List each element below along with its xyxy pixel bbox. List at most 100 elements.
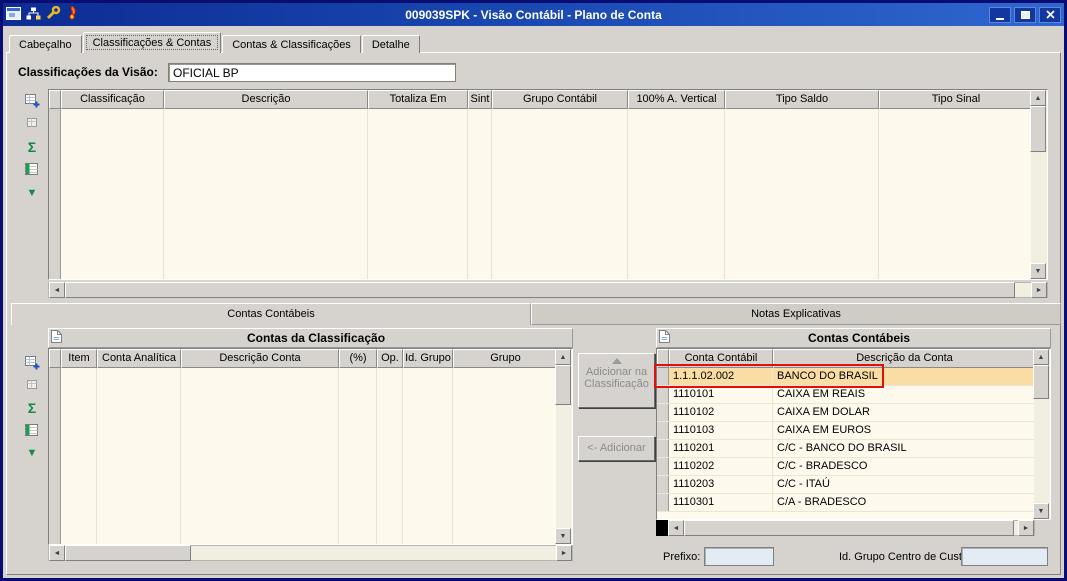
scroll-thumb[interactable] bbox=[65, 282, 1015, 298]
col-header-totaliza-em[interactable]: Totaliza Em bbox=[368, 90, 468, 109]
col-header-item[interactable]: Item bbox=[61, 349, 97, 368]
scroll-right-icon[interactable]: ► bbox=[1031, 282, 1047, 298]
tab-detalhe[interactable]: Detalhe bbox=[362, 35, 420, 53]
report-page-icon[interactable] bbox=[51, 330, 62, 346]
conta-cell: 1110301 bbox=[669, 494, 773, 511]
add-record-icon[interactable] bbox=[23, 91, 41, 109]
scroll-up-icon[interactable]: ▲ bbox=[555, 349, 571, 365]
adicionar-button[interactable]: <- Adicionar bbox=[578, 436, 655, 461]
prefixo-input[interactable] bbox=[704, 547, 774, 566]
close-button[interactable] bbox=[1039, 7, 1061, 23]
contas-classificacao-vscroll[interactable]: ▲ ▼ bbox=[556, 349, 572, 544]
scroll-left-icon[interactable]: ◄ bbox=[49, 282, 65, 298]
col-header-op[interactable]: Op. bbox=[377, 349, 403, 368]
contas-classificacao-grid-body[interactable] bbox=[49, 368, 558, 544]
subtab-contas-contabeis[interactable]: Contas Contábeis bbox=[11, 303, 531, 325]
wrench-icon[interactable] bbox=[46, 6, 61, 23]
col-header-grupo-contabil[interactable]: Grupo Contábil bbox=[492, 90, 628, 109]
table-row[interactable]: 1110102 CAIXA EM DOLAR bbox=[657, 404, 1036, 422]
subtab-notas-explicativas[interactable]: Notas Explicativas bbox=[531, 303, 1061, 325]
tab-contas-classificacoes[interactable]: Contas & Classificações bbox=[222, 35, 361, 53]
classification-grid-body[interactable] bbox=[49, 109, 1033, 279]
col-header-tipo-sinal[interactable]: Tipo Sinal bbox=[879, 90, 1033, 109]
tab-bar: Cabeçalho Classificações & Contas Contas… bbox=[9, 32, 421, 53]
classification-grid-header: Classificação Descrição Totaliza Em Sint… bbox=[49, 90, 1047, 109]
scroll-thumb[interactable] bbox=[684, 520, 1014, 536]
tab-cabecalho[interactable]: Cabeçalho bbox=[9, 35, 82, 53]
scroll-right-icon[interactable]: ► bbox=[1018, 520, 1034, 536]
col-header-classificacao[interactable]: Classificação bbox=[61, 90, 164, 109]
scroll-thumb[interactable] bbox=[1030, 106, 1046, 152]
classification-grid-vscroll[interactable]: ▲ ▼ bbox=[1031, 90, 1047, 279]
close-icon bbox=[1046, 10, 1055, 19]
edit-record-icon[interactable] bbox=[23, 113, 41, 131]
col-header-descricao-conta[interactable]: Descrição Conta bbox=[181, 349, 339, 368]
scroll-thumb[interactable] bbox=[555, 365, 571, 405]
scroll-down-icon[interactable]: ▼ bbox=[1033, 503, 1049, 519]
table-row[interactable]: 1110103 CAIXA EM EUROS bbox=[657, 422, 1036, 440]
scroll-up-icon[interactable]: ▲ bbox=[1030, 90, 1046, 106]
hierarchy-icon[interactable] bbox=[26, 7, 41, 23]
scroll-down-icon[interactable]: ▼ bbox=[555, 528, 571, 544]
adicionar-na-classificacao-button[interactable]: Adicionar na Classificação bbox=[578, 353, 655, 408]
table-row[interactable]: 1110201 C/C - BANCO DO BRASIL bbox=[657, 440, 1036, 458]
col-header-grupo[interactable]: Grupo bbox=[453, 349, 558, 368]
scroll-up-icon[interactable]: ▲ bbox=[1033, 349, 1049, 365]
grid-export-icon[interactable] bbox=[23, 421, 41, 439]
conta-cell: 1110203 bbox=[669, 476, 773, 493]
report-page-icon[interactable] bbox=[659, 330, 670, 346]
visao-label: Classificações da Visão: bbox=[18, 65, 158, 79]
tab-classificacoes-contas[interactable]: Classificações & Contas bbox=[83, 32, 222, 53]
sum-icon[interactable]: Σ bbox=[23, 138, 41, 156]
descricao-cell: CAIXA EM DOLAR bbox=[773, 404, 1036, 421]
table-row-selected[interactable]: 1.1.1.02.002 BANCO DO BRASIL bbox=[657, 368, 1036, 386]
scroll-down-icon[interactable]: ▼ bbox=[1030, 263, 1046, 279]
col-header-percent[interactable]: (%) bbox=[339, 349, 377, 368]
col-header-conta-contabil[interactable]: Conta Contábil bbox=[669, 349, 773, 368]
app-window-icon[interactable] bbox=[6, 7, 21, 23]
col-header-id-grupo[interactable]: Id. Grupo bbox=[403, 349, 453, 368]
grid-export-icon[interactable] bbox=[23, 160, 41, 178]
scroll-thumb[interactable] bbox=[65, 545, 191, 561]
contas-contabeis-grid[interactable]: Conta Contábil Descrição da Conta 1.1.1.… bbox=[656, 348, 1051, 520]
left-panel-header: Contas da Classificação bbox=[48, 328, 573, 348]
right-panel-title: Contas Contábeis bbox=[670, 331, 1048, 345]
col-header-descricao-da-conta[interactable]: Descrição da Conta bbox=[773, 349, 1036, 368]
contas-classificacao-grid[interactable]: Item Conta Analítica Descrição Conta (%)… bbox=[48, 348, 573, 545]
table-row[interactable]: 1110301 C/A - BRADESCO bbox=[657, 494, 1036, 512]
contas-contabeis-hscroll[interactable]: ◄ ► bbox=[656, 520, 1035, 536]
col-header-descricao[interactable]: Descrição bbox=[164, 90, 368, 109]
classification-grid-hscroll[interactable]: ◄ ► bbox=[48, 282, 1048, 298]
minimize-button[interactable] bbox=[989, 7, 1011, 23]
col-header-tipo-saldo[interactable]: Tipo Saldo bbox=[725, 90, 879, 109]
visao-input[interactable] bbox=[168, 63, 456, 82]
maximize-icon bbox=[1021, 11, 1030, 19]
sort-descending-icon[interactable]: ▼ bbox=[23, 184, 41, 202]
id-grupo-centro-custo-label: Id. Grupo Centro de Custo: bbox=[839, 551, 971, 563]
add-record-icon[interactable] bbox=[23, 353, 41, 371]
flame-icon[interactable] bbox=[66, 6, 78, 23]
id-grupo-centro-custo-input[interactable] bbox=[961, 547, 1048, 566]
col-header-a-vertical[interactable]: 100% A. Vertical bbox=[628, 90, 725, 109]
scroll-left-icon[interactable]: ◄ bbox=[668, 520, 684, 536]
col-header-conta-analitica[interactable]: Conta Analítica bbox=[97, 349, 181, 368]
titlebar[interactable]: 009039SPK - Visão Contábil - Plano de Co… bbox=[3, 3, 1064, 26]
prefixo-label: Prefixo: bbox=[663, 551, 700, 563]
sort-descending-icon[interactable]: ▼ bbox=[23, 444, 41, 462]
scroll-right-icon[interactable]: ► bbox=[556, 545, 572, 561]
sum-icon[interactable]: Σ bbox=[23, 399, 41, 417]
table-row[interactable]: 1110202 C/C - BRADESCO bbox=[657, 458, 1036, 476]
row-indicator bbox=[657, 422, 669, 439]
indicator-column-header bbox=[657, 349, 669, 368]
scroll-left-icon[interactable]: ◄ bbox=[49, 545, 65, 561]
edit-record-icon[interactable] bbox=[23, 375, 41, 393]
table-row[interactable]: 1110203 C/C - ITAÚ bbox=[657, 476, 1036, 494]
classification-grid[interactable]: Classificação Descrição Totaliza Em Sint… bbox=[48, 89, 1048, 280]
scroll-thumb[interactable] bbox=[1033, 365, 1049, 399]
col-header-sint[interactable]: Sint bbox=[468, 90, 492, 109]
maximize-button[interactable] bbox=[1014, 7, 1036, 23]
descricao-cell: C/C - BANCO DO BRASIL bbox=[773, 440, 1036, 457]
contas-classificacao-hscroll[interactable]: ◄ ► bbox=[48, 545, 573, 561]
table-row[interactable]: 1110101 CAIXA EM REAIS bbox=[657, 386, 1036, 404]
contas-contabeis-vscroll[interactable]: ▲ ▼ bbox=[1034, 349, 1050, 519]
